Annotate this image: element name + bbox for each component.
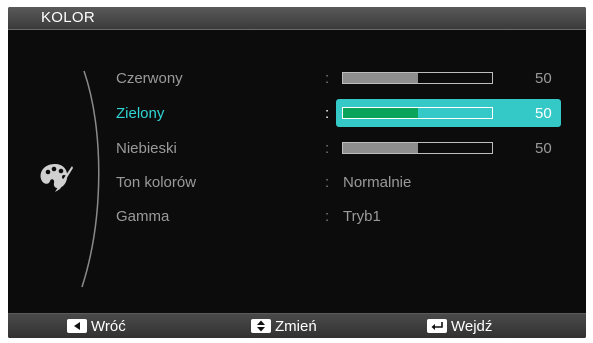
change-label: Zmień	[275, 318, 317, 335]
separator-colon: :	[325, 140, 330, 157]
slider-value: 50	[535, 140, 552, 157]
menu-item-zielony[interactable]: Zielony : 50	[8, 99, 586, 127]
slider-fill	[343, 73, 418, 83]
green-slider[interactable]	[342, 107, 493, 119]
menu-title-bar: KOLOR	[8, 7, 586, 30]
separator-colon: :	[325, 70, 330, 87]
menu-item-niebieski[interactable]: Niebieski : 50	[8, 134, 586, 162]
blue-slider[interactable]	[342, 142, 493, 154]
menu-item-label: Niebieski	[116, 140, 177, 157]
back-label: Wróć	[91, 318, 126, 335]
left-arrow-icon	[67, 319, 87, 333]
menu-item-label: Zielony	[116, 105, 165, 122]
menu-item-value: Tryb1	[343, 208, 381, 225]
menu-title: KOLOR	[41, 9, 96, 26]
red-slider[interactable]	[342, 72, 493, 84]
up-down-arrow-icon	[251, 319, 271, 333]
enter-icon	[427, 319, 447, 333]
osd-menu: KOLOR Czerwony : 50 Zielony : 50 Niebies…	[8, 7, 586, 338]
menu-item-gamma[interactable]: Gamma : Tryb1	[8, 202, 586, 230]
menu-item-label: Gamma	[116, 208, 170, 225]
separator-colon: :	[325, 174, 330, 191]
menu-item-ton-kolorow[interactable]: Ton kolorów : Normalnie	[8, 168, 586, 196]
enter-label: Wejdź	[451, 318, 493, 335]
separator-colon: :	[325, 208, 330, 225]
slider-fill	[343, 143, 418, 153]
menu-item-label: Czerwony	[116, 70, 183, 87]
slider-fill	[343, 108, 418, 118]
menu-item-czerwony[interactable]: Czerwony : 50	[8, 64, 586, 92]
bottom-hint-bar: Wróć Zmień Wejdź	[8, 313, 586, 338]
menu-item-value: Normalnie	[343, 174, 412, 191]
slider-value: 50	[535, 70, 552, 87]
separator-colon: :	[325, 105, 330, 122]
slider-value: 50	[535, 105, 552, 122]
menu-item-label: Ton kolorów	[116, 174, 197, 191]
